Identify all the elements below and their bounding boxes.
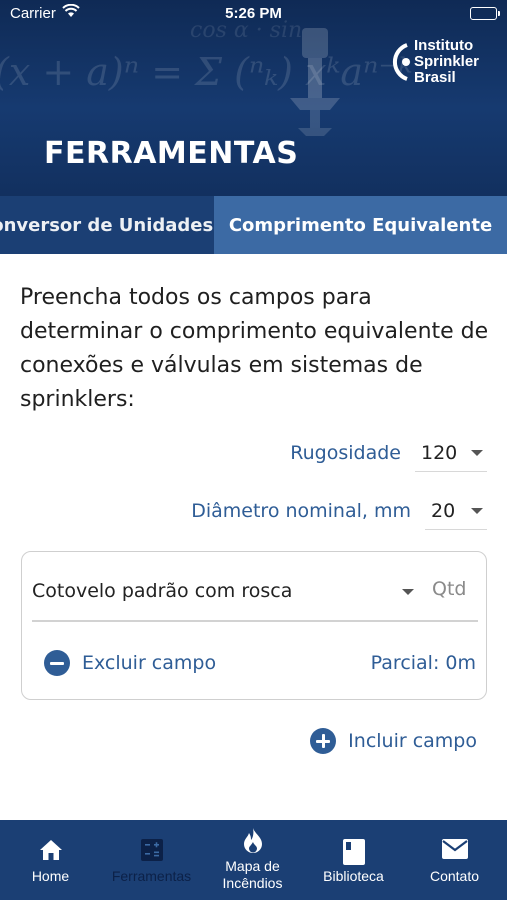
chevron-down-icon	[471, 507, 483, 514]
partial-length: Parcial: 0m	[370, 652, 476, 674]
diameter-field: Diâmetro nominal, mm 20	[191, 492, 487, 530]
roughness-label: Rugosidade	[290, 442, 401, 464]
fitting-select[interactable]: Cotovelo padrão com rosca	[32, 570, 424, 612]
nav-item-fire-map[interactable]: Mapa de Incêndios	[202, 820, 303, 900]
logo-line-1: Instituto	[414, 37, 474, 54]
tab-label: Conversor de Unidades	[0, 214, 214, 236]
logo-line-3: Brasil	[414, 69, 456, 86]
tab-equivalent-length[interactable]: Comprimento Equivalente	[214, 196, 507, 254]
fitting-value: Cotovelo padrão com rosca	[32, 580, 293, 602]
fitting-card: Cotovelo padrão com rosca Qtd Excluir ca…	[21, 551, 487, 700]
plus-circle-icon	[310, 728, 337, 754]
battery-icon	[470, 7, 500, 20]
nav-label-contact: Contato	[429, 868, 480, 884]
envelope-icon	[441, 839, 468, 859]
nav-item-home[interactable]: Home	[0, 820, 101, 900]
sprinkler-logo-icon	[392, 43, 410, 81]
page-title: FERRAMENTAS	[44, 136, 299, 171]
minus-circle-icon	[44, 650, 70, 676]
status-bar: Carrier 5:26 PM	[0, 0, 507, 28]
nav-label-fire-map: Mapa de Incêndios	[222, 858, 283, 891]
quantity-input[interactable]: Qtd	[432, 578, 466, 600]
nav-item-library[interactable]: Biblioteca	[303, 820, 404, 900]
instructions-text: Preencha todos os campos para determinar…	[20, 285, 489, 412]
nav-label-tools: Ferramentas	[111, 868, 192, 884]
home-icon	[39, 840, 62, 860]
fire-icon	[243, 828, 262, 853]
diameter-select[interactable]: 20	[425, 492, 487, 530]
add-field-button[interactable]: Incluir campo	[310, 728, 477, 754]
chevron-down-icon[interactable]	[402, 589, 414, 595]
bottom-navigation: Home Ferramentas Mapa de Incêndios Biblio…	[0, 820, 507, 900]
sprinkler-head-image	[290, 28, 340, 136]
tab-unit-converter[interactable]: Conversor de Unidades	[0, 196, 213, 254]
tab-label: Comprimento Equivalente	[228, 214, 493, 236]
nav-label-library: Biblioteca	[323, 868, 384, 884]
header-banner: (x + a)ⁿ = Σ (ⁿₖ) xᵏaⁿ⁻ᵏ cos α · sin Car…	[0, 0, 507, 196]
book-icon	[342, 839, 365, 865]
divider	[32, 620, 478, 622]
nav-label-home: Home	[31, 868, 70, 884]
roughness-field: Rugosidade 120	[290, 434, 487, 472]
remove-field-label: Excluir campo	[82, 652, 217, 674]
chevron-down-icon	[471, 449, 483, 456]
logo-line-2: Sprinkler	[414, 53, 480, 70]
nav-item-tools[interactable]: Ferramentas	[101, 820, 202, 900]
diameter-label: Diâmetro nominal, mm	[191, 500, 411, 522]
add-field-label: Incluir campo	[348, 730, 477, 752]
remove-field-button[interactable]: Excluir campo	[44, 650, 216, 676]
tool-tabs: Conversor de Unidades Comprimento Equiva…	[0, 196, 507, 254]
roughness-select[interactable]: 120	[415, 434, 487, 472]
nav-item-contact[interactable]: Contato	[404, 820, 505, 900]
background-formula-decoration: (x + a)ⁿ = Σ (ⁿₖ) xᵏaⁿ⁻ᵏ	[0, 50, 413, 94]
clock: 5:26 PM	[225, 5, 282, 22]
roughness-value: 120	[421, 441, 458, 464]
calculator-icon	[140, 839, 163, 861]
instituto-sprinkler-brasil-logo: Instituto Sprinkler Brasil	[387, 38, 497, 90]
diameter-value: 20	[431, 499, 456, 522]
